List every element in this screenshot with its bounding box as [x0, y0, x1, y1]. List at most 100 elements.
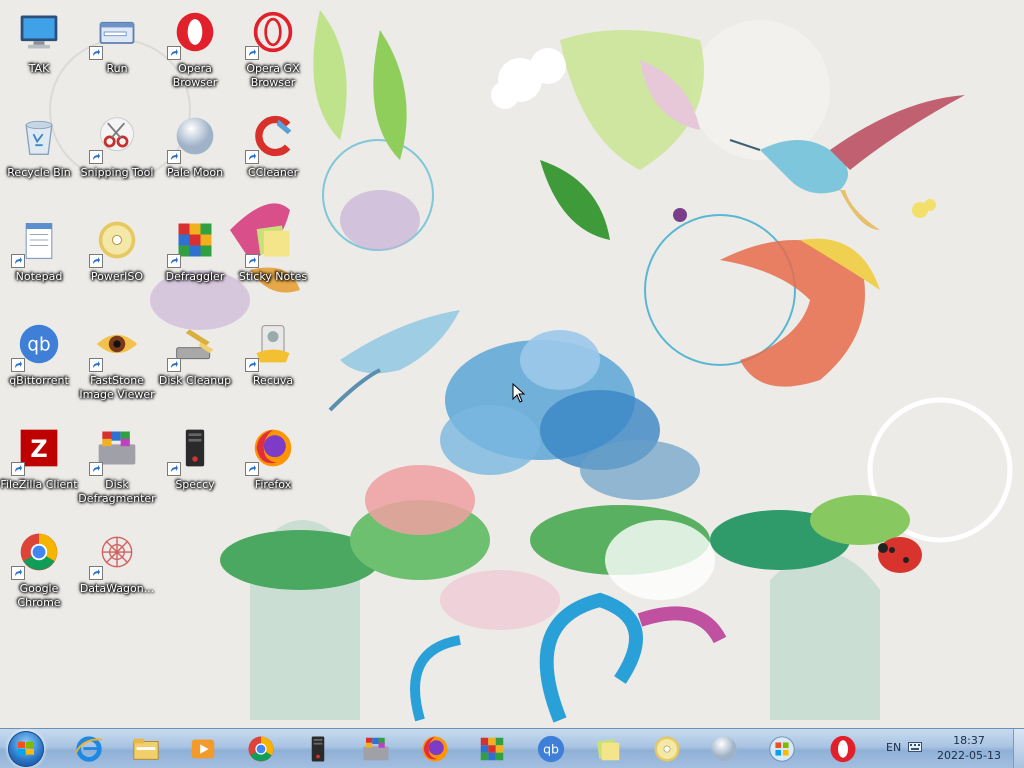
svg-text:qb: qb — [543, 741, 559, 756]
shortcut-arrow-icon — [167, 46, 181, 60]
desktop-icon-datawagon[interactable]: DataWagon... — [78, 524, 156, 624]
taskbar-button-speccy[interactable] — [294, 731, 342, 767]
eye-icon — [89, 320, 141, 372]
desktop-icon-filezilla-client[interactable]: Z FileZilla Client — [0, 420, 78, 520]
taskbar-button-defraggler[interactable] — [468, 731, 516, 767]
svg-text:Z: Z — [30, 435, 47, 463]
opera-icon — [828, 734, 858, 764]
desktop-icon-sticky-notes[interactable]: Sticky Notes — [234, 212, 312, 312]
desktop-icon-qbittorrent[interactable]: qb qBittorrent — [0, 316, 78, 416]
taskbar-button-qbittorrent[interactable]: qb — [527, 731, 575, 767]
disk-defragmenter-icon — [361, 734, 391, 764]
desktop-icon-opera-browser[interactable]: Opera Browser — [156, 4, 234, 104]
internet-explorer-icon — [74, 734, 104, 764]
disc-icon — [652, 734, 682, 764]
desktop-icon-defraggler[interactable]: Defraggler — [156, 212, 234, 312]
run-icon — [89, 8, 141, 60]
shortcut-arrow-icon — [11, 566, 25, 580]
system-clock[interactable]: 18:37 2022-05-13 — [930, 733, 1008, 763]
desktop-icon-notepad[interactable]: Notepad — [0, 212, 78, 312]
taskbar-button-disk-defragmenter[interactable] — [352, 731, 400, 767]
filezilla-icon: Z — [11, 424, 63, 476]
desktop-icon-label: TAK — [28, 62, 50, 75]
desktop-icon-recuva[interactable]: Recuva — [234, 316, 312, 416]
datawagon-icon — [89, 528, 141, 580]
shortcut-arrow-icon — [167, 462, 181, 476]
desktop-icon-label: Recycle Bin — [7, 166, 71, 179]
desktop-icon-firefox[interactable]: Firefox — [234, 420, 312, 520]
language-indicator[interactable]: EN — [886, 741, 901, 754]
scissors-icon — [89, 112, 141, 164]
notepad-icon — [11, 216, 63, 268]
windows-update-icon — [767, 734, 797, 764]
clock-time: 18:37 — [953, 734, 985, 747]
taskbar-button-pale-moon[interactable] — [700, 731, 748, 767]
desktop-icon-label: Disk Cleanup — [158, 374, 232, 387]
desktop-icon-run[interactable]: Run — [78, 4, 156, 104]
shortcut-arrow-icon — [245, 358, 259, 372]
shortcut-arrow-icon — [11, 358, 25, 372]
shortcut-arrow-icon — [11, 254, 25, 268]
desktop-icon-faststone-image-viewer[interactable]: FastStone Image Viewer — [78, 316, 156, 416]
taskbar-button-windows-update[interactable] — [758, 731, 806, 767]
desktop-icon-label: DataWagon... — [79, 582, 155, 595]
taskbar-button-firefox[interactable] — [411, 731, 459, 767]
shortcut-arrow-icon — [245, 254, 259, 268]
taskbar: qb EN 18:37 2022-05-13 — [0, 728, 1024, 768]
desktop-icon-label: Disk Defragmenter — [78, 478, 156, 505]
opera-icon — [167, 8, 219, 60]
ladybug-illustration — [878, 537, 922, 573]
disk-defragmenter-icon — [89, 424, 141, 476]
shortcut-arrow-icon — [245, 462, 259, 476]
taskbar-button-opera[interactable] — [819, 731, 867, 767]
defraggler-icon — [477, 734, 507, 764]
taskbar-button-disc[interactable] — [643, 731, 691, 767]
desktop-icon-label: qBittorrent — [9, 374, 69, 387]
show-desktop-button[interactable] — [1013, 729, 1024, 768]
desktop-icon-snipping-tool[interactable]: Snipping Tool — [78, 108, 156, 208]
desktop-icon-recycle-bin[interactable]: Recycle Bin — [0, 108, 78, 208]
monitor-icon — [15, 8, 63, 56]
desktop-icon-speccy[interactable]: Speccy — [156, 420, 234, 520]
keyboard-icon[interactable] — [908, 742, 922, 752]
start-button[interactable] — [8, 731, 44, 767]
desktop-icon-opera-gx-browser[interactable]: Opera GX Browser — [234, 4, 312, 104]
shortcut-arrow-icon — [89, 46, 103, 60]
taskbar-button-media-player[interactable] — [179, 731, 227, 767]
shortcut-arrow-icon — [11, 462, 25, 476]
desktop-icon-tak[interactable]: TAK — [0, 4, 78, 104]
pale-moon-icon — [709, 734, 739, 764]
desktop-icon-label: CCleaner — [247, 166, 299, 179]
defraggler-icon — [167, 216, 219, 268]
disk-cleanup-icon — [167, 320, 219, 372]
speccy-icon — [303, 734, 333, 764]
desktop-icon-label: Opera GX Browser — [246, 62, 300, 89]
shortcut-arrow-icon — [245, 46, 259, 60]
shortcut-arrow-icon — [167, 254, 181, 268]
shortcut-arrow-icon — [167, 150, 181, 164]
shortcut-arrow-icon — [89, 566, 103, 580]
taskbar-button-chrome[interactable] — [237, 731, 285, 767]
opera-gx-icon — [245, 8, 297, 60]
shortcut-arrow-icon — [89, 462, 103, 476]
desktop-icon-label: Snipping Tool — [80, 166, 154, 179]
desktop-icon-label: Opera Browser — [172, 62, 218, 89]
ccleaner-icon — [245, 112, 297, 164]
desktop-icon-poweriso[interactable]: PowerISO — [78, 212, 156, 312]
shortcut-arrow-icon — [89, 358, 103, 372]
shortcut-arrow-icon — [89, 150, 103, 164]
desktop-icon-google-chrome[interactable]: Google Chrome — [0, 524, 78, 624]
desktop-icon-label: Run — [106, 62, 128, 75]
desktop-icon-ccleaner[interactable]: CCleaner — [234, 108, 312, 208]
desktop-icon-disk-defragmenter[interactable]: Disk Defragmenter — [78, 420, 156, 520]
desktop-icon-pale-moon[interactable]: Pale Moon — [156, 108, 234, 208]
firefox-icon — [245, 424, 297, 476]
svg-text:qb: qb — [27, 334, 50, 355]
sticky-notes-icon — [593, 734, 623, 764]
sticky-notes-icon — [245, 216, 297, 268]
desktop-icon-disk-cleanup[interactable]: Disk Cleanup — [156, 316, 234, 416]
taskbar-button-internet-explorer[interactable] — [65, 731, 113, 767]
taskbar-button-file-explorer[interactable] — [122, 731, 170, 767]
qbittorrent-icon: qb — [536, 734, 566, 764]
taskbar-button-sticky-notes[interactable] — [584, 731, 632, 767]
